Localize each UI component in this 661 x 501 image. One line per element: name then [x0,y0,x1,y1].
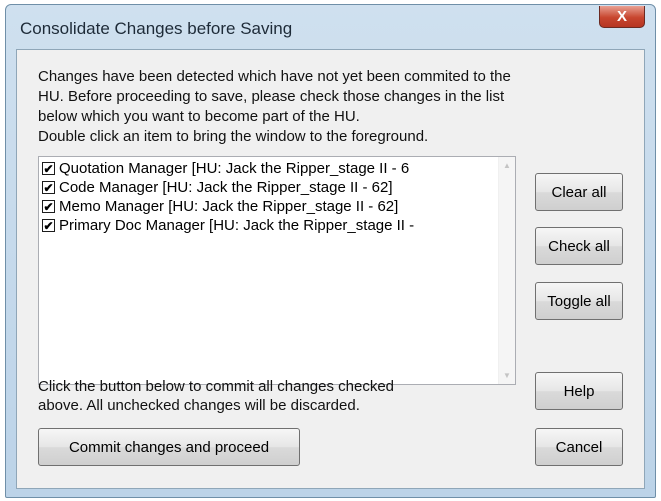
intro-line: HU. Before proceeding to save, please ch… [38,88,505,105]
close-icon: X [616,8,627,25]
close-button[interactable]: X [599,6,645,28]
list-item-code-manager[interactable]: ✔ Code Manager [HU: Jack the Ripper_stag… [42,178,414,197]
list-item-label: Quotation Manager [HU: Jack the Ripper_s… [59,160,410,177]
check-all-button[interactable]: Check all [535,227,623,265]
checkbox[interactable]: ✔ [42,200,55,213]
list-item-memo-manager[interactable]: ✔ Memo Manager [HU: Jack the Ripper_stag… [42,197,414,216]
checkbox[interactable]: ✔ [42,181,55,194]
dialog-body: Changes have been detected which have no… [16,49,645,489]
window-title: Consolidate Changes before Saving [20,19,293,38]
toggle-all-button[interactable]: Toggle all [535,282,623,320]
list-item-label: Code Manager [HU: Jack the Ripper_stage … [59,179,393,196]
intro-line: Double click an item to bring the window… [38,128,429,145]
commit-button[interactable]: Commit changes and proceed [38,428,300,466]
cancel-button[interactable]: Cancel [535,428,623,466]
list-item-quotation-manager[interactable]: ✔ Quotation Manager [HU: Jack the Ripper… [42,159,414,178]
list-item-primary-doc-manager[interactable]: ✔ Primary Doc Manager [HU: Jack the Ripp… [42,216,414,235]
instruction-line: above. All unchecked changes will be dis… [38,397,360,414]
checkbox[interactable]: ✔ [42,162,55,175]
intro-text: Changes have been detected which have no… [38,67,630,147]
dialog-window: Consolidate Changes before Saving X Chan… [5,4,656,498]
clear-all-button[interactable]: Clear all [535,173,623,211]
changes-listbox[interactable]: ✔ Quotation Manager [HU: Jack the Ripper… [38,156,516,385]
intro-line: below which you want to become part of t… [38,108,360,125]
scroll-down-icon[interactable]: ▼ [499,367,515,384]
list-item-label: Memo Manager [HU: Jack the Ripper_stage … [59,198,399,215]
scroll-up-icon[interactable]: ▲ [499,157,515,174]
list-item-label: Primary Doc Manager [HU: Jack the Ripper… [59,217,415,234]
instruction-line: Click the button below to commit all cha… [38,378,395,395]
commit-instructions: Click the button below to commit all cha… [38,377,458,415]
checkbox[interactable]: ✔ [42,219,55,232]
help-button[interactable]: Help [535,372,623,410]
vertical-scrollbar[interactable]: ▲ ▼ [498,157,515,384]
intro-line: Changes have been detected which have no… [38,68,511,85]
